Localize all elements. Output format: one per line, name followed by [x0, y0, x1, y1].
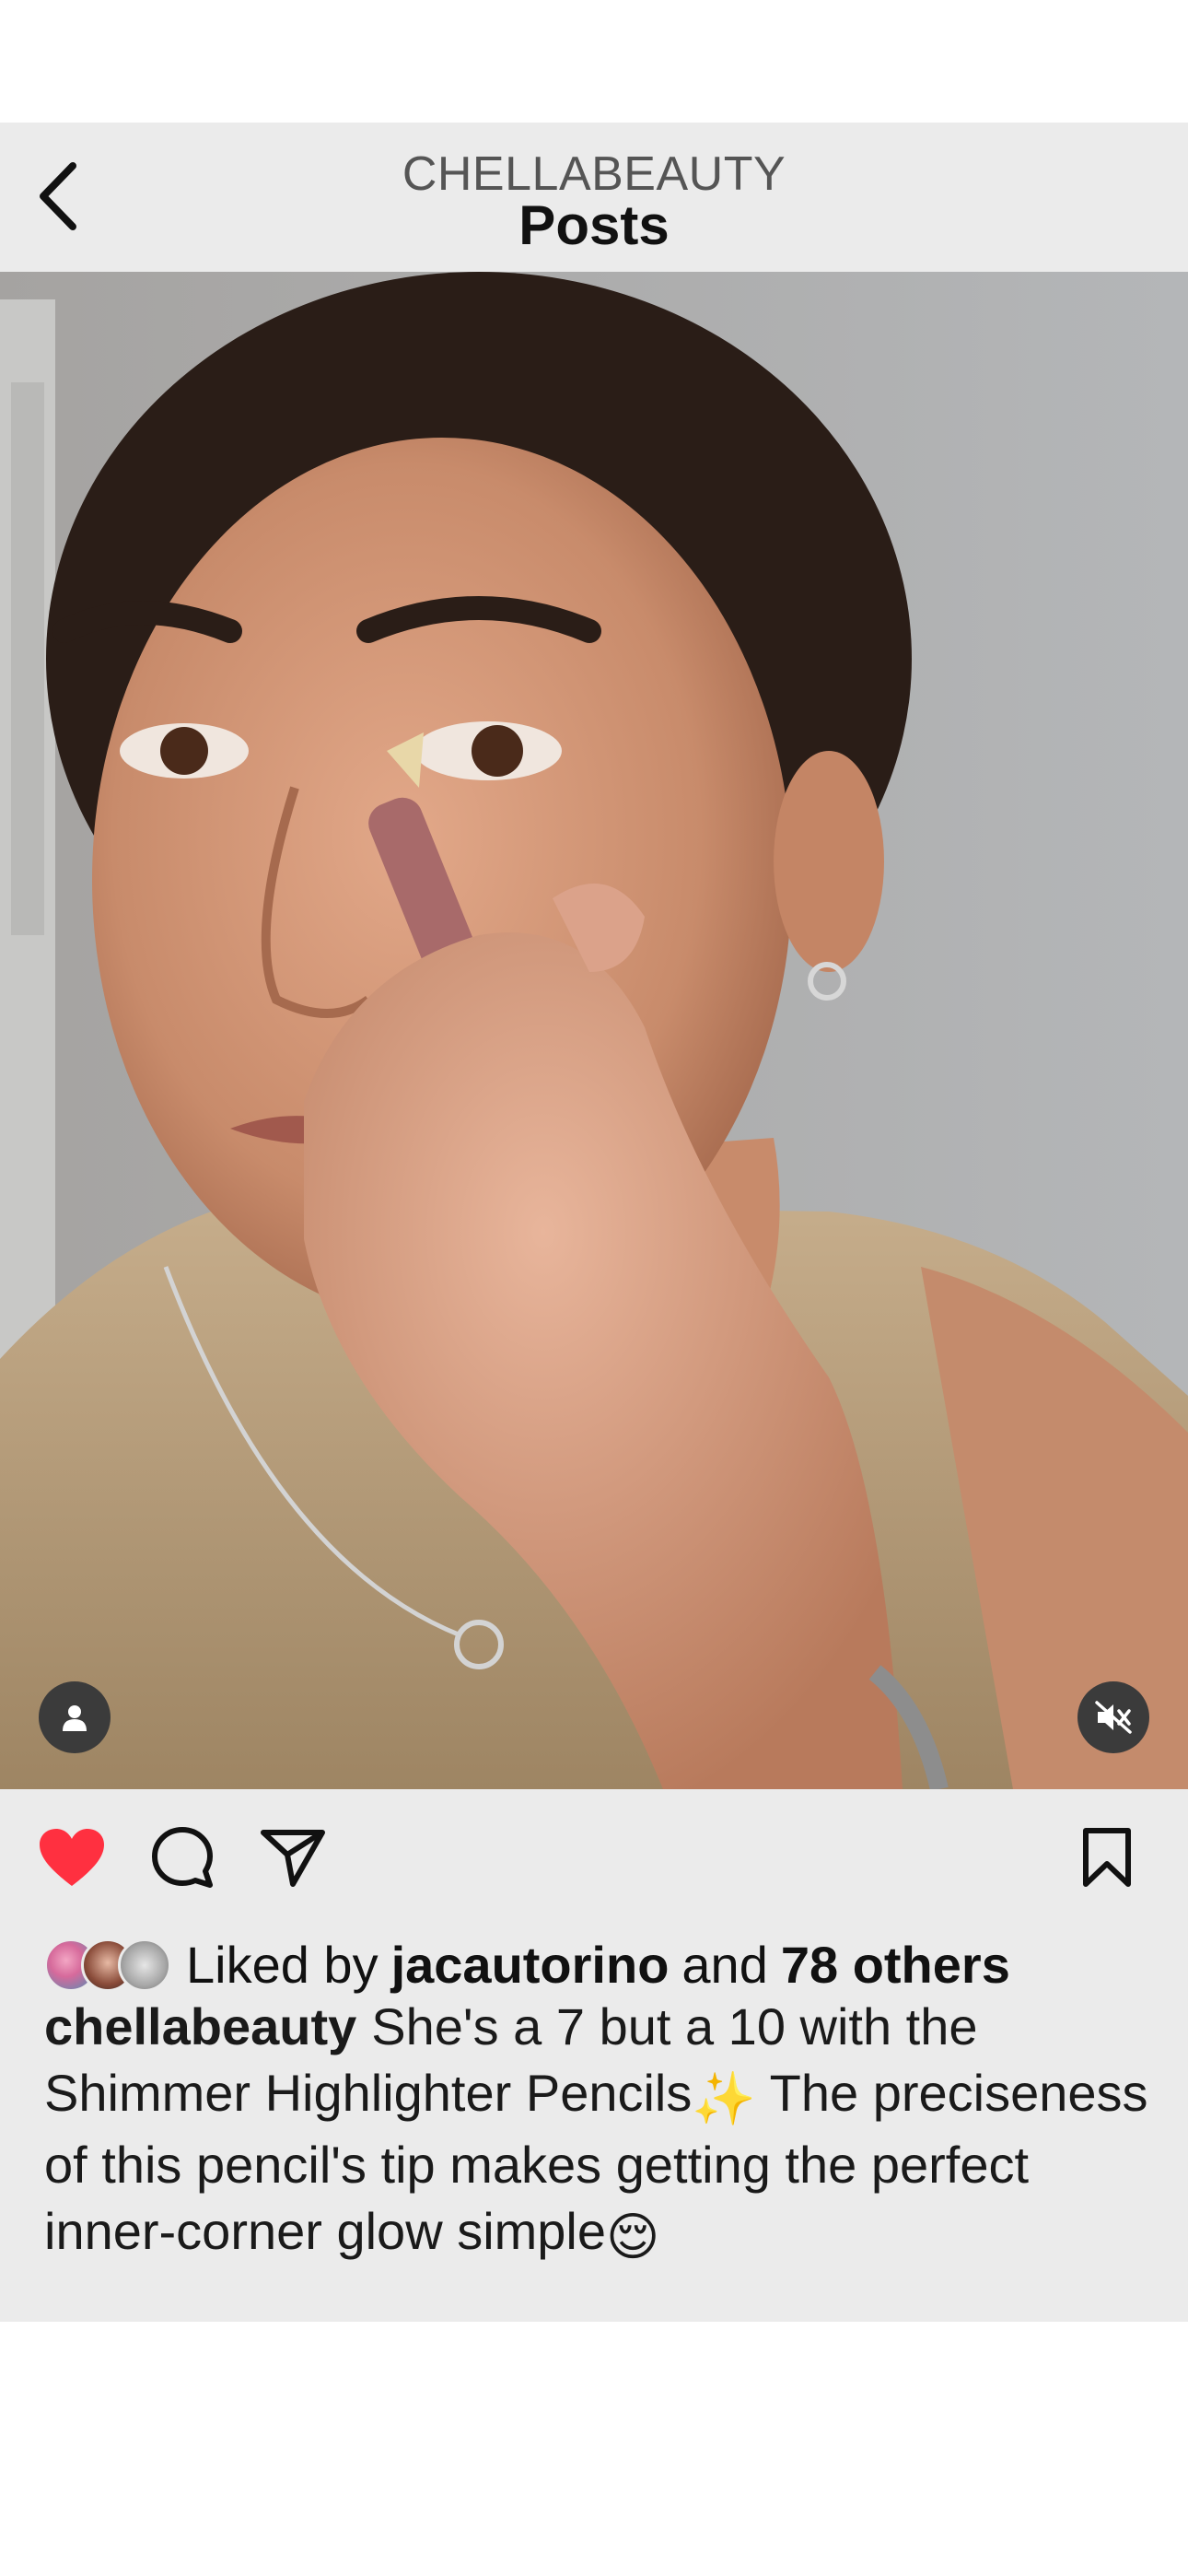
video-frame	[0, 272, 1188, 1789]
post-video[interactable]	[0, 272, 1188, 1789]
send-icon	[260, 1827, 326, 1892]
header: CHELLABEAUTY Posts	[0, 123, 1188, 272]
tagged-people-button[interactable]	[39, 1681, 111, 1753]
liker-avatars	[44, 1937, 173, 1992]
like-button[interactable]	[35, 1822, 109, 1896]
sparkles-emoji: ✨	[692, 2069, 757, 2127]
save-button[interactable]	[1070, 1822, 1144, 1896]
post-screen: CHELLABEAUTY Posts Liked by jacautorino …	[0, 0, 1188, 2576]
caption-username[interactable]: chellabeauty	[44, 1997, 356, 2055]
page-title: Posts	[518, 194, 670, 256]
and-label: and	[681, 1935, 768, 1994]
person-icon	[59, 1702, 90, 1733]
comment-button[interactable]	[146, 1822, 219, 1896]
comment-icon	[149, 1824, 215, 1895]
avatar	[118, 1938, 171, 1992]
liked-by-label: Liked by	[186, 1935, 379, 1994]
others-count[interactable]: 78 others	[781, 1935, 1010, 1995]
post-footer: Liked by jacautorino and 78 others chell…	[0, 1789, 1188, 2322]
share-button[interactable]	[256, 1822, 330, 1896]
mute-button[interactable]	[1077, 1681, 1149, 1753]
relieved-face-emoji: 😌	[606, 2207, 660, 2266]
account-name[interactable]: CHELLABEAUTY	[0, 150, 1188, 198]
post-caption: chellabeauty She's a 7 but a 10 with the …	[44, 1994, 1149, 2270]
likes-summary[interactable]: Liked by jacautorino and 78 others	[44, 1927, 1010, 2001]
bookmark-icon	[1081, 1826, 1133, 1893]
liker-username[interactable]: jacautorino	[391, 1935, 670, 1995]
speaker-muted-icon	[1095, 1701, 1132, 1734]
heart-filled-icon	[38, 1827, 106, 1892]
